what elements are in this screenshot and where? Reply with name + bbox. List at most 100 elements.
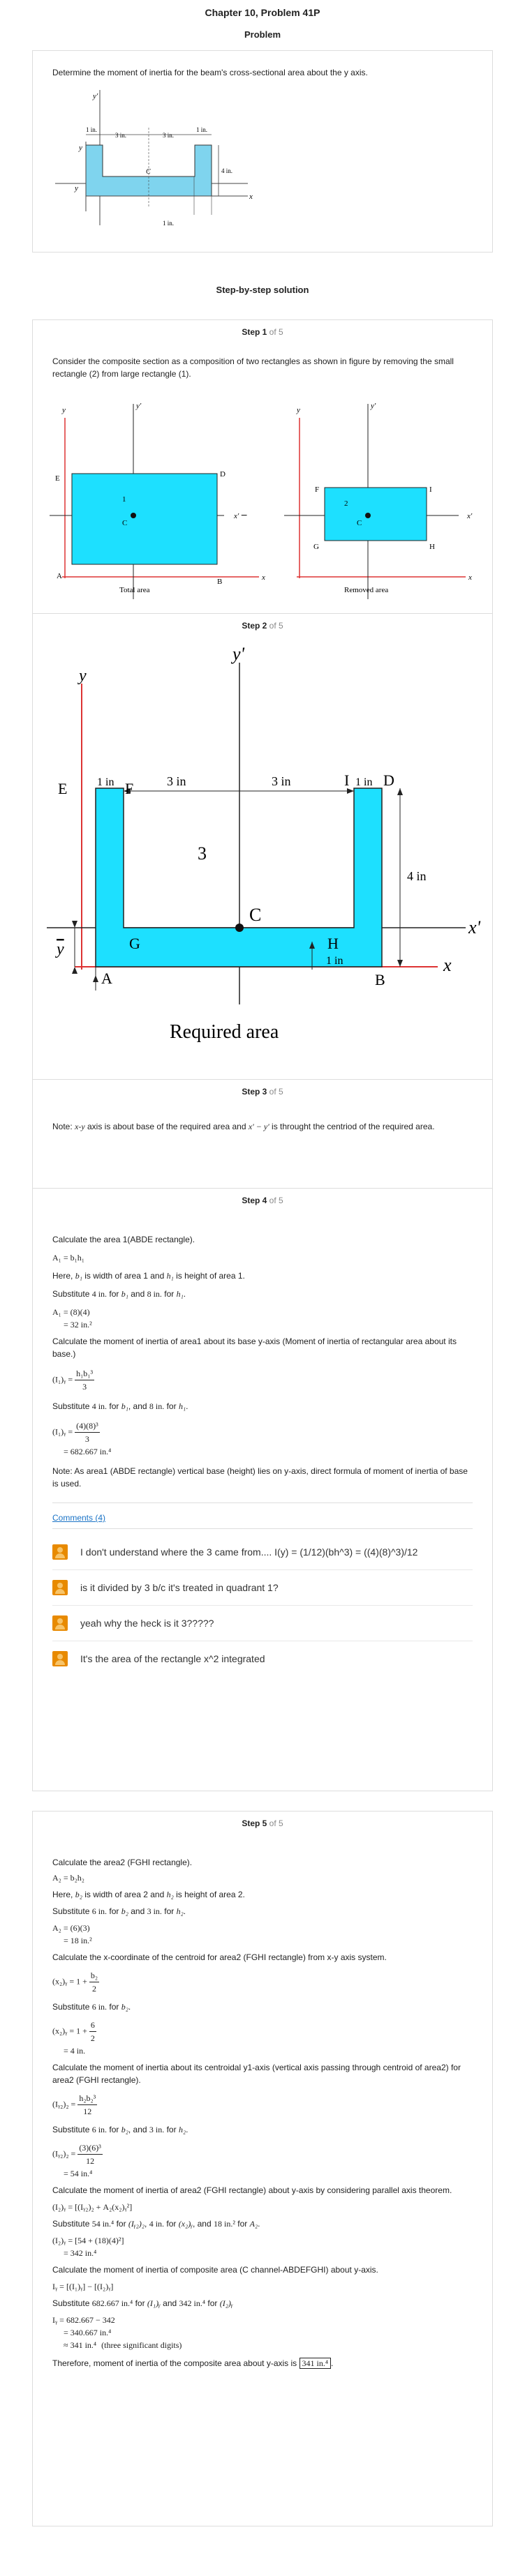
step5-l9e: , and: [192, 2219, 214, 2229]
step1-right-C: C: [357, 519, 362, 527]
step5-eq3-num: b₂: [89, 1969, 100, 1982]
step5-eq1: A₂ = b₂h₂: [52, 1873, 84, 1883]
problem-fig-b: 1 in.: [163, 220, 174, 227]
step5-l9v3: 18 in.²: [214, 2219, 235, 2229]
step5-label: Step 5: [242, 1818, 267, 1828]
step2-fig-caption: Required area: [170, 1021, 279, 1043]
step1-left-x: x: [261, 573, 265, 582]
step2-fig-d3: 3 in: [272, 774, 291, 788]
step2-fig-b: 1 in: [326, 955, 343, 967]
step5-l7d: for: [164, 2125, 179, 2134]
step1-right-yp: y': [370, 402, 376, 410]
step2-fig-H: H: [327, 935, 339, 952]
step5-l7v1: 6 in.: [91, 2125, 108, 2134]
step5-l3b: for: [107, 1906, 121, 1916]
step5-card: Step 5 of 5 Calculate the area2 (FGHI re…: [32, 1811, 493, 2526]
step4-eq3-num: h₁b₁³: [75, 1367, 95, 1380]
step4-l5c: , and: [128, 1401, 149, 1411]
step1-right-y: y: [296, 406, 300, 414]
step4-eq3-den: 3: [82, 1382, 87, 1392]
step1-left-xp: x': [233, 512, 239, 520]
step5-l9s2: (x₂)ᵧ: [178, 2219, 193, 2229]
step5-l11c: and: [160, 2298, 179, 2308]
step5-l3c: and: [128, 1906, 147, 1916]
step1-card: Step 1 of 5 Consider the composite secti…: [32, 319, 493, 614]
solution-heading: Step-by-step solution: [216, 285, 309, 295]
step5-line12: Therefore, moment of inertia of the comp…: [33, 2357, 492, 2370]
step5-l3a: Substitute: [52, 1906, 92, 1916]
step4-eq2a: A₁ = (8)(4): [52, 1307, 90, 1317]
step4-eq4: (I₁)ᵧ = (4)(8)³ 3: [52, 1419, 492, 1445]
step5-l5e: .: [128, 2002, 131, 2012]
step1-figure-total: y y' E D A B 1 C x' x Total area: [50, 402, 265, 599]
final-answer: 341 in.⁴: [299, 2358, 332, 2369]
comments-list: I don't understand where the 3 came from…: [33, 1535, 492, 1676]
step4-l2c: is width of area 1 and: [82, 1271, 167, 1281]
step5-l9f: for: [235, 2219, 250, 2229]
step2-fig-ybar: y: [55, 940, 64, 958]
step5-eq5-num: h₂b₂³: [77, 2092, 98, 2105]
step4-l5b: for: [107, 1401, 121, 1411]
step2-fig-A: A: [101, 970, 112, 987]
step2-fig-d4: 1 in: [355, 776, 372, 788]
step5-eq8a: (I₂)ᵧ = [54 + (18)(4)²]: [52, 2236, 124, 2245]
step5-eq3-den: 2: [92, 1984, 96, 1994]
step5-l11a: Substitute: [52, 2298, 92, 2308]
step5-l7b: for: [107, 2125, 121, 2134]
step5-l11b: for: [133, 2298, 147, 2308]
comments-link[interactable]: Comments (4): [52, 1513, 105, 1523]
step5-eq6-lhs: (Iᵧ₂)₂ =: [52, 2148, 76, 2159]
avatar: [52, 1580, 68, 1595]
step4-line5: Substitute 4 in. for b₁, and 8 in. for h…: [33, 1400, 492, 1413]
step2-fig-xp: x': [468, 917, 481, 937]
step5-eq4-frac: 62: [89, 2019, 96, 2044]
page-title: Chapter 10, Problem 41P: [205, 7, 320, 18]
problem-text: Determine the moment of inertia for the …: [52, 68, 368, 77]
step1-left-yp: y': [135, 402, 142, 410]
step1-minus: −: [241, 510, 248, 522]
step1-right-xp: x': [466, 512, 473, 520]
step5-eq3-lhs: (x₂)ᵧ = 1 +: [52, 1976, 87, 1987]
step5-eq6b: = 54 in.⁴: [64, 2169, 93, 2178]
step3-text-b: axis is about base of the required area …: [84, 1122, 249, 1131]
step1-right-n: 2: [344, 499, 348, 508]
step5-l9g: .: [258, 2219, 260, 2229]
step2-fig-x: x: [443, 955, 452, 975]
step5-l3s1: b₂: [121, 1906, 128, 1916]
step5-eq10b: = 340.667 in.⁴: [64, 2328, 112, 2337]
step5-eq3-frac: b₂ 2: [89, 1969, 100, 1995]
step5-eq6-frac: (3)(6)³ 12: [77, 2141, 103, 2167]
step4-l3a: Substitute: [52, 1289, 92, 1299]
comment-item: I don't understand where the 3 came from…: [52, 1535, 473, 1570]
step1-left-B: B: [217, 578, 222, 586]
step3-card: Step 3 of 5 Note: x-y axis is about base…: [32, 1080, 493, 1189]
avatar: [52, 1651, 68, 1666]
step2-label: Step 2: [242, 621, 267, 631]
step5-l9v1: 54 in.⁴: [91, 2219, 114, 2229]
problem-fig-h: 4 in.: [221, 167, 232, 174]
step5-l7s1: b₂: [121, 2125, 128, 2134]
step5-eq9: Iᵧ = [(I₁)ᵧ] − [(I₂)ᵧ]: [52, 2282, 114, 2291]
step5-l3e: .: [183, 1906, 186, 1916]
step5-eq10c-value: ≈ 341 in.⁴: [64, 2340, 97, 2350]
step5-l12b: .: [331, 2358, 334, 2368]
step4-l5s1: b₁: [121, 1401, 128, 1411]
step4-eq1: A₁ = b₁h₁: [52, 1253, 84, 1263]
step4-line6: Note: As area1 (ABDE rectangle) vertical…: [52, 1466, 468, 1489]
step5-l7a: Substitute: [52, 2125, 92, 2134]
step5-eq5-frac: h₂b₂³ 12: [77, 2092, 98, 2118]
step1-left-y: y: [61, 406, 66, 414]
step4-divider: [52, 1502, 473, 1503]
step2-fig-y: y: [77, 667, 87, 685]
step2-fig-E: E: [58, 780, 67, 797]
step2-fig-F: F: [125, 780, 133, 797]
step4-l5v1: 4 in.: [91, 1401, 108, 1411]
step4-eq2b: = 32 in.²: [64, 1320, 92, 1330]
step5-l2b2: h₂: [166, 1890, 174, 1899]
comments-divider: [52, 1528, 473, 1529]
step5-l2b1: b₂: [75, 1890, 82, 1899]
step5-l2d: is height of area 2.: [173, 1890, 245, 1899]
step4-line4: Calculate the moment of inertia of area1…: [52, 1336, 457, 1359]
step5-eq4b: = 4 in.: [64, 2046, 86, 2056]
step4-line3: Substitute 4 in. for b₁ and 8 in. for h₁…: [33, 1288, 492, 1300]
